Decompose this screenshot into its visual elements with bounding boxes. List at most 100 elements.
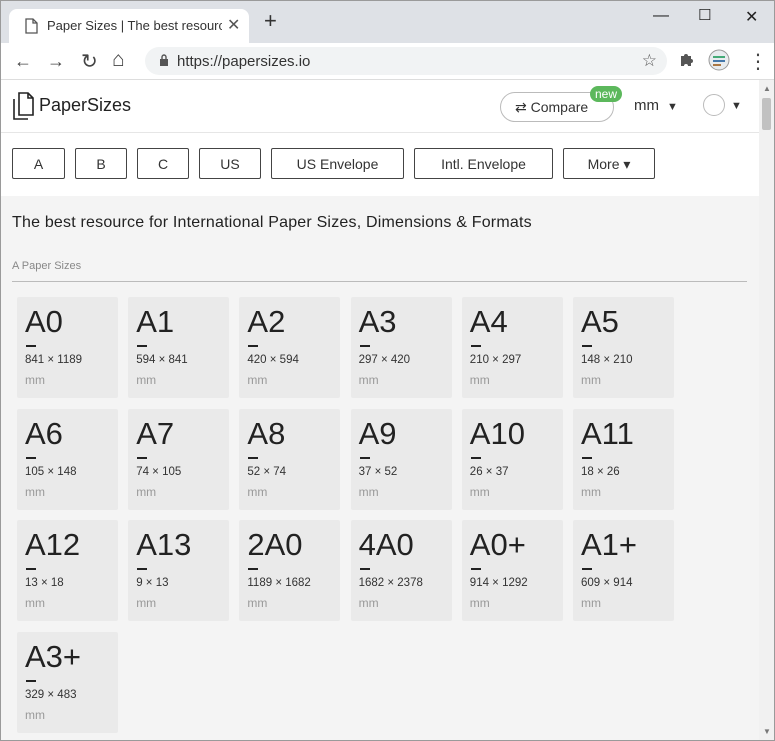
paper-size-card[interactable]: A0+ 914 × 1292 mm bbox=[461, 520, 563, 621]
divider-dash bbox=[470, 568, 481, 570]
nav-button-us[interactable]: US bbox=[199, 148, 261, 179]
paper-size-card[interactable]: A3 297 × 420 mm bbox=[350, 297, 452, 398]
size-dimensions: 329 × 483 bbox=[25, 688, 77, 701]
size-name: A1+ bbox=[581, 527, 638, 562]
size-unit: mm bbox=[247, 484, 268, 499]
size-unit: mm bbox=[136, 373, 157, 387]
paper-size-card[interactable]: A11 18 × 26 mm bbox=[573, 408, 674, 510]
size-name: A0+ bbox=[469, 527, 526, 562]
vertical-scrollbar[interactable]: ▲ ▼ bbox=[759, 80, 774, 740]
paper-size-card[interactable]: A5 148 × 210 mm bbox=[573, 297, 674, 398]
minimize-icon[interactable]: — bbox=[653, 7, 669, 25]
size-name: A8 bbox=[247, 415, 286, 451]
divider-dash bbox=[26, 679, 36, 682]
reload-icon[interactable]: ↻ bbox=[81, 49, 98, 74]
section-divider bbox=[12, 281, 747, 282]
site-header: PaperSizes ⇄ Compare new mm ▼ ▼ bbox=[1, 80, 759, 133]
size-name: A2 bbox=[247, 304, 286, 339]
extensions-puzzle-icon[interactable] bbox=[679, 51, 695, 72]
divider-dash bbox=[582, 345, 592, 347]
browser-window: Paper Sizes | The best resource ✕ + — ☐ … bbox=[0, 0, 775, 741]
paper-size-card[interactable]: A1 594 × 841 mm bbox=[128, 297, 230, 398]
size-unit: mm bbox=[25, 596, 45, 610]
nav-button-c[interactable]: C bbox=[137, 148, 189, 179]
size-name: A3 bbox=[358, 304, 397, 339]
compare-label: ⇄ Compare bbox=[515, 99, 589, 115]
nav-button-a[interactable]: A bbox=[12, 148, 65, 179]
section-title: A Paper Sizes bbox=[12, 260, 82, 272]
divider-dash bbox=[359, 456, 370, 459]
address-bar[interactable]: https://papersizes.io ☆ bbox=[145, 47, 667, 75]
new-badge: new bbox=[590, 86, 623, 102]
size-unit: mm bbox=[469, 484, 490, 499]
url-text: https://papersizes.io bbox=[177, 53, 311, 70]
size-name: A10 bbox=[469, 415, 525, 451]
scroll-up-arrow-icon[interactable]: ▲ bbox=[763, 84, 771, 93]
home-icon[interactable]: ⌂ bbox=[112, 48, 125, 72]
divider-dash bbox=[26, 568, 36, 570]
size-unit: mm bbox=[581, 484, 601, 499]
nav-button-us-envelope[interactable]: US Envelope bbox=[271, 148, 404, 179]
divider-dash bbox=[248, 345, 259, 347]
unit-selector[interactable]: mm ▼ bbox=[634, 97, 678, 114]
size-name: A6 bbox=[25, 415, 63, 451]
bookmark-star-icon[interactable]: ☆ bbox=[642, 51, 657, 71]
size-dimensions: 26 × 37 bbox=[469, 465, 509, 478]
browser-tab[interactable]: Paper Sizes | The best resource ✕ bbox=[9, 9, 249, 43]
back-icon[interactable]: ← bbox=[14, 51, 32, 72]
scroll-down-arrow-icon[interactable]: ▼ bbox=[763, 727, 771, 736]
new-tab-button[interactable]: + bbox=[264, 10, 277, 32]
divider-dash bbox=[470, 456, 481, 459]
size-dimensions: 105 × 148 bbox=[25, 465, 77, 478]
size-name: A12 bbox=[25, 527, 81, 562]
paper-size-card[interactable]: A12 13 × 18 mm bbox=[17, 520, 118, 621]
browser-menu-icon[interactable]: ⋮ bbox=[748, 49, 768, 74]
divider-dash bbox=[137, 345, 148, 347]
paper-size-card[interactable]: A8 52 × 74 mm bbox=[239, 408, 341, 510]
size-dimensions: 210 × 297 bbox=[469, 354, 522, 366]
paper-size-card[interactable]: A1+ 609 × 914 mm bbox=[573, 520, 674, 621]
paper-size-card[interactable]: A9 37 × 52 mm bbox=[350, 408, 452, 510]
divider-dash bbox=[137, 456, 148, 459]
paper-size-card[interactable]: A7 74 × 105 mm bbox=[128, 408, 230, 510]
size-dimensions: 148 × 210 bbox=[581, 354, 633, 366]
size-dimensions: 420 × 594 bbox=[247, 354, 299, 366]
nav-button-intl-envelope[interactable]: Intl. Envelope bbox=[414, 148, 553, 179]
window-close-icon[interactable]: ✕ bbox=[745, 7, 758, 27]
size-dimensions: 52 × 74 bbox=[247, 465, 287, 478]
size-dimensions: 1682 × 2378 bbox=[358, 577, 423, 589]
divider-dash bbox=[359, 568, 370, 570]
size-dimensions: 74 × 105 bbox=[136, 465, 182, 478]
paper-size-card[interactable]: A10 26 × 37 mm bbox=[461, 408, 563, 510]
profile-avatar-icon[interactable] bbox=[708, 49, 730, 76]
forward-icon[interactable]: → bbox=[47, 51, 65, 72]
paper-size-card[interactable]: A13 9 × 13 mm bbox=[128, 520, 230, 621]
size-dimensions: 13 × 18 bbox=[25, 577, 64, 589]
size-name: 4A0 bbox=[358, 527, 414, 562]
page-heading: The best resource for International Pape… bbox=[12, 214, 532, 231]
theme-caret-icon[interactable]: ▼ bbox=[731, 100, 742, 112]
paper-size-card[interactable]: 4A0 1682 × 2378 mm bbox=[350, 520, 452, 621]
nav-button-b[interactable]: B bbox=[75, 148, 127, 179]
paper-size-card[interactable]: 2A0 1189 × 1682 mm bbox=[239, 520, 341, 621]
paper-size-card[interactable]: A3+ 329 × 483 mm bbox=[17, 631, 118, 733]
paper-size-card[interactable]: A0 841 × 1189 mm bbox=[17, 297, 118, 398]
divider-dash bbox=[248, 456, 259, 459]
paper-size-card[interactable]: A2 420 × 594 mm bbox=[239, 297, 341, 398]
divider-dash bbox=[470, 345, 481, 347]
scrollbar-thumb[interactable] bbox=[762, 98, 771, 130]
size-unit: mm bbox=[358, 596, 379, 610]
size-name: A13 bbox=[136, 527, 192, 562]
category-nav: A B C US US Envelope Intl. Envelope More… bbox=[1, 133, 759, 196]
divider-dash bbox=[26, 456, 36, 459]
paper-size-card[interactable]: A6 105 × 148 mm bbox=[17, 408, 118, 510]
close-tab-icon[interactable]: ✕ bbox=[227, 15, 240, 35]
title-bar: Paper Sizes | The best resource ✕ + — ☐ … bbox=[1, 1, 774, 43]
nav-button-more[interactable]: More ▾ bbox=[563, 148, 655, 179]
brand-name[interactable]: PaperSizes bbox=[39, 95, 131, 116]
theme-toggle-circle[interactable] bbox=[703, 94, 725, 116]
papersizes-logo-icon[interactable] bbox=[11, 91, 35, 126]
size-unit: mm bbox=[25, 484, 45, 499]
maximize-icon[interactable]: ☐ bbox=[698, 6, 711, 24]
paper-size-card[interactable]: A4 210 × 297 mm bbox=[461, 297, 563, 398]
